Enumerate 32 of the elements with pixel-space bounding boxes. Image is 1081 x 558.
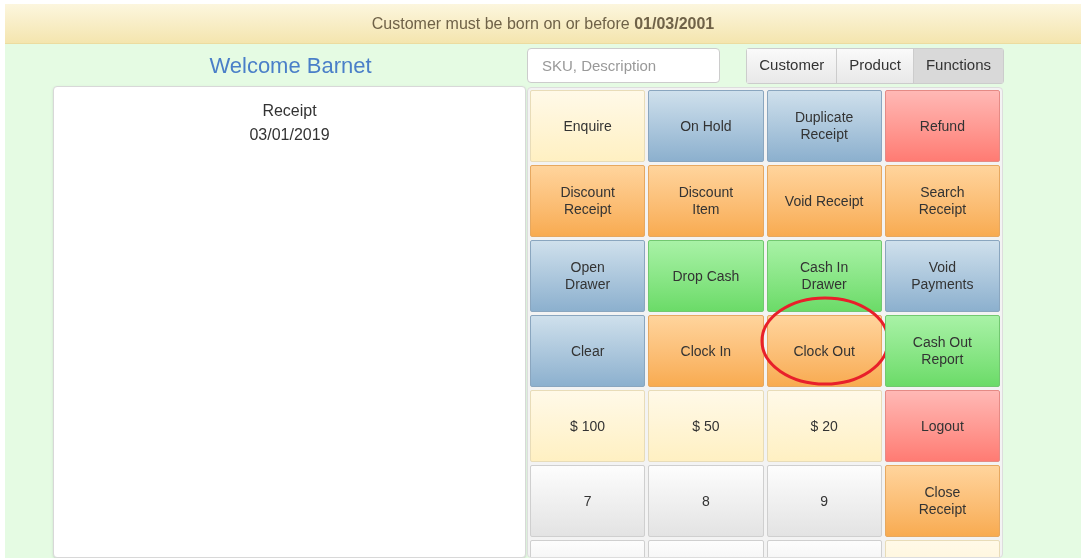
tab[interactable]: Functions [913,48,1003,83]
function-button[interactable]: Drop Cash [648,240,764,312]
tab[interactable]: Customer [747,48,838,83]
function-button[interactable]: $ 100 [530,390,646,462]
function-button[interactable]: 9 [766,465,882,537]
function-button[interactable]: Search Receipt [884,165,1000,237]
function-button[interactable]: Void Receipt [766,165,882,237]
function-button[interactable]: Cash In Drawer [766,240,882,312]
function-button[interactable]: On Hold [648,90,764,162]
function-button[interactable]: Duplicate Receipt [766,90,882,162]
search-field[interactable]: SKU, Description [527,48,720,83]
function-button[interactable]: Clock Out [766,315,882,387]
function-button[interactable]: Refund [884,90,1000,162]
function-button[interactable]: Close Receipt [884,465,1000,537]
function-button[interactable]: Discount Item [648,165,764,237]
receipt-date: 03/01/2019 [249,125,330,145]
function-button[interactable]: Void Payments [884,240,1000,312]
function-button[interactable]: Enquire [530,90,646,162]
welcome-title: Welcome Barnet [208,51,373,80]
function-button[interactable]: $ 20 [766,390,882,462]
function-button[interactable]: Discount Receipt [530,165,646,237]
function-button[interactable]: Open Drawer [530,240,646,312]
function-button[interactable]: Logout [884,390,1000,462]
tab[interactable]: Product [837,48,914,83]
receipt-title: Receipt [262,101,317,121]
function-button[interactable]: $ 50 [648,390,764,462]
function-button[interactable]: 7 [530,465,646,537]
function-button[interactable]: Cash Out Report [884,315,1000,387]
function-button[interactable]: Clock In [648,315,764,387]
function-button[interactable]: 8 [648,465,764,537]
notice-banner: Customer must be born on or before 01/03/2001 [5,4,1081,44]
function-button[interactable]: Clear [530,315,646,387]
